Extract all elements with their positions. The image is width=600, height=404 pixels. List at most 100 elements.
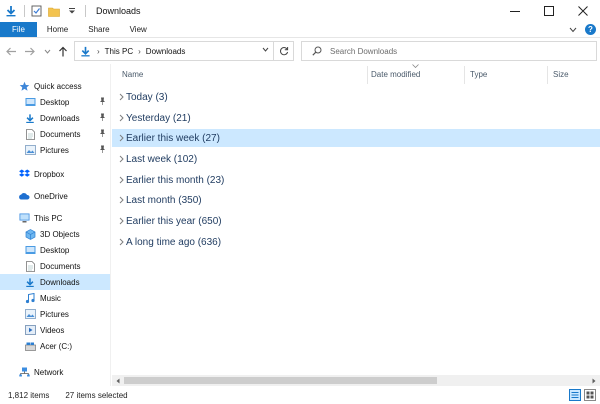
sidebar-item-downloads-pinned[interactable]: Downloads <box>0 110 110 126</box>
tab-home[interactable]: Home <box>37 22 78 37</box>
group-header[interactable]: Earlier this year (650) <box>112 212 600 230</box>
scrollbar-thumb[interactable] <box>124 377 437 384</box>
forward-button[interactable] <box>22 43 36 59</box>
address-history-dropdown-icon[interactable] <box>262 45 269 54</box>
chevron-right-icon[interactable] <box>116 134 126 142</box>
sidebar-item-label: Pictures <box>40 309 69 319</box>
download-arrow-icon <box>24 276 36 288</box>
column-separator[interactable] <box>367 66 368 84</box>
recent-locations-button[interactable] <box>40 43 54 59</box>
tab-file[interactable]: File <box>0 22 37 37</box>
column-header-date-modified[interactable]: Date modified <box>371 70 420 79</box>
group-header[interactable]: Yesterday (21) <box>112 109 600 127</box>
sidebar-item-label: Desktop <box>40 97 70 107</box>
help-icon[interactable]: ? <box>585 24 596 35</box>
tab-share[interactable]: Share <box>78 22 119 37</box>
back-button[interactable] <box>4 43 18 59</box>
close-button[interactable] <box>566 0 600 22</box>
sidebar-item-desktop[interactable]: Desktop <box>0 242 110 258</box>
column-header-name[interactable]: Name <box>122 70 143 79</box>
sidebar-item-label: This PC <box>34 213 63 223</box>
ribbon-right: ? <box>569 22 600 37</box>
chevron-right-icon[interactable] <box>116 114 126 122</box>
maximize-button[interactable] <box>532 0 566 22</box>
group-header[interactable]: Today (3) <box>112 88 600 106</box>
address-bar[interactable]: › This PC › Downloads <box>74 41 294 61</box>
downloads-arrow-icon[interactable] <box>4 4 18 18</box>
sidebar-item-music[interactable]: Music <box>0 290 110 306</box>
large-icons-view-icon[interactable] <box>584 389 596 401</box>
column-separator[interactable] <box>547 66 548 84</box>
chevron-right-icon[interactable] <box>116 217 126 225</box>
group-label: A long time ago (636) <box>126 236 222 248</box>
breadcrumb-chevron-icon[interactable]: › <box>97 47 100 56</box>
sidebar-item-downloads[interactable]: Downloads <box>0 274 110 290</box>
pin-icon[interactable] <box>99 129 106 139</box>
drive-icon <box>24 340 36 352</box>
column-header-size[interactable]: Size <box>553 70 569 79</box>
minimize-button[interactable] <box>498 0 532 22</box>
sidebar-item-label: Quick access <box>34 81 82 91</box>
sidebar-item-documents[interactable]: Documents <box>0 258 110 274</box>
horizontal-scrollbar[interactable] <box>112 375 600 386</box>
up-button[interactable] <box>56 43 70 59</box>
sidebar-item-pictures[interactable]: Pictures <box>0 306 110 322</box>
chevron-right-icon[interactable] <box>116 176 126 184</box>
star-icon <box>18 80 30 92</box>
pictures-icon <box>24 308 36 320</box>
group-header[interactable]: A long time ago (636) <box>112 233 600 251</box>
sidebar-item-videos[interactable]: Videos <box>0 322 110 338</box>
breadcrumb-chevron-icon[interactable]: › <box>138 47 141 56</box>
sidebar-item-desktop-pinned[interactable]: Desktop <box>0 94 110 110</box>
sidebar-item-dropbox[interactable]: Dropbox <box>0 166 110 182</box>
refresh-button[interactable] <box>273 42 293 60</box>
sidebar-item-this-pc[interactable]: This PC <box>0 210 110 226</box>
group-header[interactable]: Last week (102) <box>112 150 600 168</box>
sidebar-item-network[interactable]: Network <box>0 364 110 380</box>
pin-icon[interactable] <box>99 145 106 155</box>
sidebar-item-quick-access[interactable]: Quick access <box>0 78 110 94</box>
sidebar-item-label: Downloads <box>40 277 80 287</box>
scroll-left-icon[interactable] <box>112 375 124 386</box>
breadcrumb-this-pc[interactable]: This PC <box>105 47 133 56</box>
sidebar-item-3d-objects[interactable]: 3D Objects <box>0 226 110 242</box>
details-view-icon[interactable] <box>569 389 581 401</box>
pin-icon[interactable] <box>99 97 106 107</box>
sidebar-item-label: Pictures <box>40 145 69 155</box>
dropbox-icon <box>18 168 30 180</box>
pin-icon[interactable] <box>99 113 106 123</box>
breadcrumb-downloads[interactable]: Downloads <box>146 47 186 56</box>
chevron-right-icon[interactable] <box>116 238 126 246</box>
window-title: Downloads <box>96 6 141 16</box>
chevron-right-icon[interactable] <box>116 93 126 101</box>
search-input[interactable] <box>330 46 570 56</box>
file-list: Name Date modified Type Size Today (3) Y… <box>112 64 600 378</box>
column-separator[interactable] <box>464 66 465 84</box>
properties-icon[interactable] <box>29 4 43 18</box>
search-box[interactable] <box>301 41 597 61</box>
scroll-right-icon[interactable] <box>588 375 600 386</box>
pane-divider[interactable] <box>110 64 111 386</box>
column-header-type[interactable]: Type <box>470 70 487 79</box>
sidebar-item-label: Music <box>40 293 61 303</box>
sidebar-item-acer-c[interactable]: Acer (C:) <box>0 338 110 354</box>
sidebar-item-label: Downloads <box>40 113 80 123</box>
music-icon <box>24 292 36 304</box>
tab-view[interactable]: View <box>120 22 157 37</box>
sidebar-item-label: Network <box>34 367 64 377</box>
group-label: Last month (350) <box>126 194 202 206</box>
sidebar-item-pictures-pinned[interactable]: Pictures <box>0 142 110 158</box>
chevron-right-icon[interactable] <box>116 196 126 204</box>
group-header-selected[interactable]: Earlier this week (27) <box>112 129 600 147</box>
sidebar-item-label: Dropbox <box>34 169 65 179</box>
group-header[interactable]: Last month (350) <box>112 191 600 209</box>
window-controls <box>498 0 600 22</box>
customize-dropdown-icon[interactable] <box>65 4 79 18</box>
sidebar-item-onedrive[interactable]: OneDrive <box>0 188 110 204</box>
sidebar-item-documents-pinned[interactable]: Documents <box>0 126 110 142</box>
chevron-right-icon[interactable] <box>116 155 126 163</box>
title-bar: Downloads <box>0 0 600 22</box>
expand-ribbon-icon[interactable] <box>569 25 577 35</box>
group-header[interactable]: Earlier this month (23) <box>112 171 600 189</box>
new-folder-icon[interactable] <box>47 4 61 18</box>
